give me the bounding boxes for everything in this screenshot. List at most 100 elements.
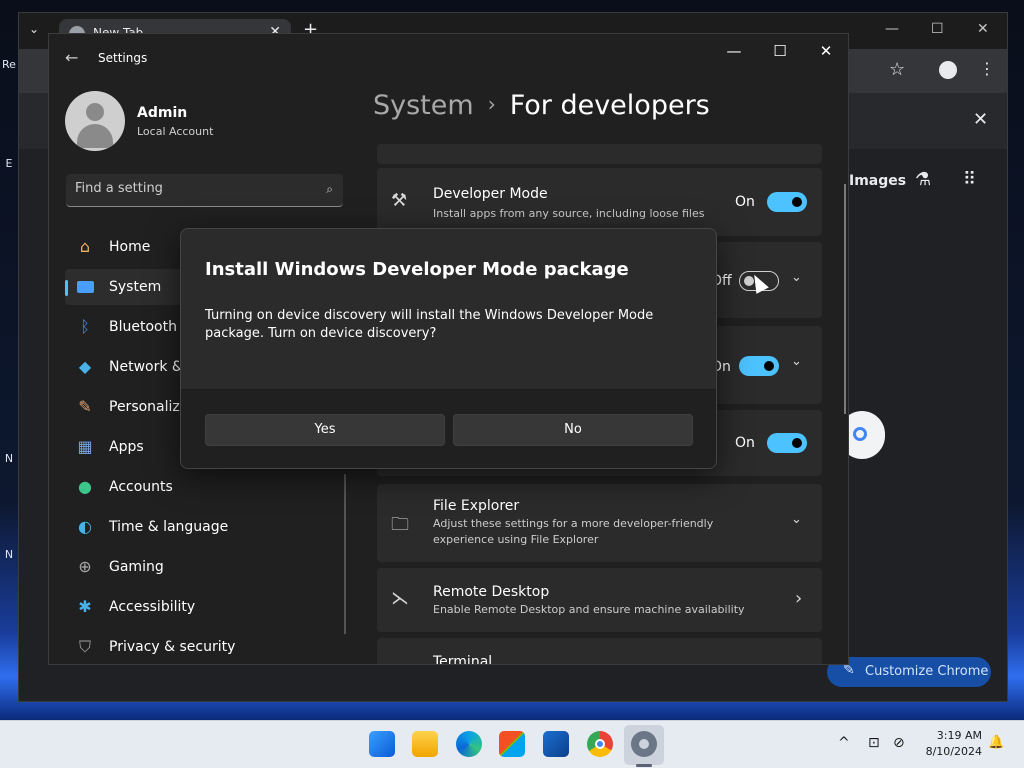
user-account-type: Local Account: [137, 125, 214, 138]
lens-icon: [853, 427, 867, 441]
chrome-minimize-button[interactable]: —: [885, 21, 899, 37]
card-title: Remote Desktop: [433, 584, 550, 600]
customize-chrome-label: Customize Chrome: [865, 664, 989, 679]
settings-close-button[interactable]: ✕: [811, 42, 841, 60]
card-title: Developer Mode: [433, 186, 548, 202]
notification-bell-icon[interactable]: 🔔: [988, 735, 1004, 750]
install-dialog: Install Windows Developer Mode package T…: [180, 228, 717, 469]
sidebar-item-label: Accounts: [109, 479, 173, 495]
taskbar: ^ ⊡ ⊘ 3:19 AM 8/10/2024 🔔: [0, 720, 1024, 768]
network-icon[interactable]: ⊡: [868, 735, 880, 751]
yes-button[interactable]: Yes: [205, 414, 445, 446]
tab-search-icon[interactable]: ⌄: [29, 22, 39, 36]
images-link[interactable]: Images: [849, 173, 906, 189]
system-icon: [75, 277, 95, 297]
sidebar-item-accounts[interactable]: ● Accounts: [65, 469, 343, 505]
brush-icon: ✎: [78, 397, 92, 416]
content-scrollbar[interactable]: [844, 184, 846, 414]
sidebar-item-privacy-security[interactable]: ⛉ Privacy & security: [65, 629, 343, 664]
gear-center: [639, 739, 649, 749]
chrome-icon[interactable]: [587, 731, 613, 757]
toggle-knob: [764, 361, 774, 371]
breadcrumb: System › For developers: [373, 90, 710, 121]
dialog-message: Turning on device discovery will install…: [205, 308, 654, 341]
card-description: Install apps from any source, including …: [433, 207, 705, 220]
active-app-indicator: [636, 764, 652, 767]
clock-time[interactable]: 3:19 AM: [930, 729, 982, 742]
breadcrumb-separator: ›: [487, 92, 496, 116]
chevron-down-icon[interactable]: ⌄: [791, 270, 802, 285]
sidebar-item-label: Privacy & security: [109, 639, 236, 655]
card-partial-top: [377, 144, 822, 164]
home-icon: ⌂: [79, 237, 91, 256]
file-explorer-icon[interactable]: [412, 731, 438, 757]
settings-minimize-button[interactable]: —: [719, 42, 749, 60]
bluetooth-icon: ᛒ: [80, 317, 90, 336]
avatar[interactable]: [65, 91, 125, 151]
sidebar-item-label: Time & language: [109, 519, 229, 535]
avatar-head: [86, 103, 104, 121]
chrome-close-button[interactable]: ✕: [977, 21, 989, 37]
chrome-maximize-button[interactable]: ☐: [931, 21, 944, 37]
card-description: Adjust these settings for a more develop…: [433, 517, 714, 546]
settings-gear-icon[interactable]: [631, 731, 657, 757]
search-box[interactable]: ⌕: [66, 174, 343, 207]
sidebar-item-gaming[interactable]: ⊕ Gaming: [65, 549, 343, 585]
apps-icon: ▦: [77, 437, 93, 456]
store-icon[interactable]: [499, 731, 525, 757]
search-input[interactable]: [75, 181, 305, 196]
outlook-icon[interactable]: [543, 731, 569, 757]
device-discovery-toggle[interactable]: [739, 356, 779, 376]
desktop-icon-label: N: [4, 548, 14, 561]
sidebar-scrollbar[interactable]: [344, 474, 346, 634]
active-indicator: [65, 280, 68, 296]
remote-desktop-card[interactable]: ⋋ Remote Desktop Enable Remote Desktop a…: [377, 568, 822, 632]
card4-toggle[interactable]: [767, 433, 807, 453]
globe-icon: ◐: [78, 517, 92, 536]
developer-mode-card: ⚒ Developer Mode Install apps from any s…: [377, 168, 822, 236]
sidebar-item-time-language[interactable]: ◐ Time & language: [65, 509, 343, 545]
customize-chrome-button[interactable]: ✎ Customize Chrome: [827, 657, 991, 687]
toggle-state-label: On: [735, 194, 755, 210]
edge-icon[interactable]: [456, 731, 482, 757]
user-name: Admin: [137, 105, 188, 121]
page-title: For developers: [509, 90, 710, 121]
bookmark-star-icon[interactable]: ☆: [889, 59, 905, 80]
terminal-card[interactable]: Terminal: [377, 638, 822, 664]
chevron-right-icon[interactable]: ›: [795, 588, 802, 609]
folder-icon: 🗀: [391, 514, 409, 535]
breadcrumb-parent[interactable]: System: [373, 90, 474, 121]
card-description: Enable Remote Desktop and ensure machine…: [433, 603, 745, 616]
sidebar-item-label: Home: [109, 239, 151, 255]
chevron-down-icon[interactable]: ⌄: [791, 512, 802, 527]
accounts-icon: ●: [78, 477, 92, 496]
chevron-down-icon[interactable]: ⌄: [791, 354, 802, 369]
developer-mode-toggle[interactable]: [767, 192, 807, 212]
infobar-close-icon[interactable]: ✕: [973, 109, 988, 130]
settings-app-title: Settings: [98, 51, 148, 65]
shield-icon: ⛉: [78, 637, 91, 656]
gamepad-icon: ⊕: [78, 557, 92, 576]
sidebar-item-label: Gaming: [109, 559, 164, 575]
desktop-icon-label: Re: [2, 58, 16, 71]
volume-icon[interactable]: ⊘: [893, 735, 905, 751]
sidebar-item-label: System: [109, 279, 162, 295]
search-icon[interactable]: ⌕: [326, 182, 333, 197]
dialog-footer: Yes No: [181, 389, 716, 468]
back-arrow-icon[interactable]: ←: [65, 48, 78, 67]
clock-date[interactable]: 8/10/2024: [918, 745, 982, 758]
settings-maximize-button[interactable]: ☐: [765, 42, 795, 60]
desktop-icon-label: N: [4, 452, 14, 465]
profile-icon[interactable]: [939, 61, 957, 79]
sidebar-item-label: Apps: [109, 439, 144, 455]
tray-chevron-up-icon[interactable]: ^: [838, 735, 850, 751]
toggle-knob: [792, 197, 802, 207]
labs-icon[interactable]: ⚗: [915, 169, 931, 190]
sidebar-item-accessibility[interactable]: ✱ Accessibility: [65, 589, 343, 625]
toggle-state-label: On: [735, 435, 755, 451]
file-explorer-card[interactable]: 🗀 File Explorer Adjust these settings fo…: [377, 484, 822, 562]
no-button[interactable]: No: [453, 414, 693, 446]
start-button[interactable]: [369, 731, 395, 757]
chrome-menu-icon[interactable]: ⋮: [979, 59, 995, 78]
google-apps-icon[interactable]: ⠿: [963, 169, 976, 190]
